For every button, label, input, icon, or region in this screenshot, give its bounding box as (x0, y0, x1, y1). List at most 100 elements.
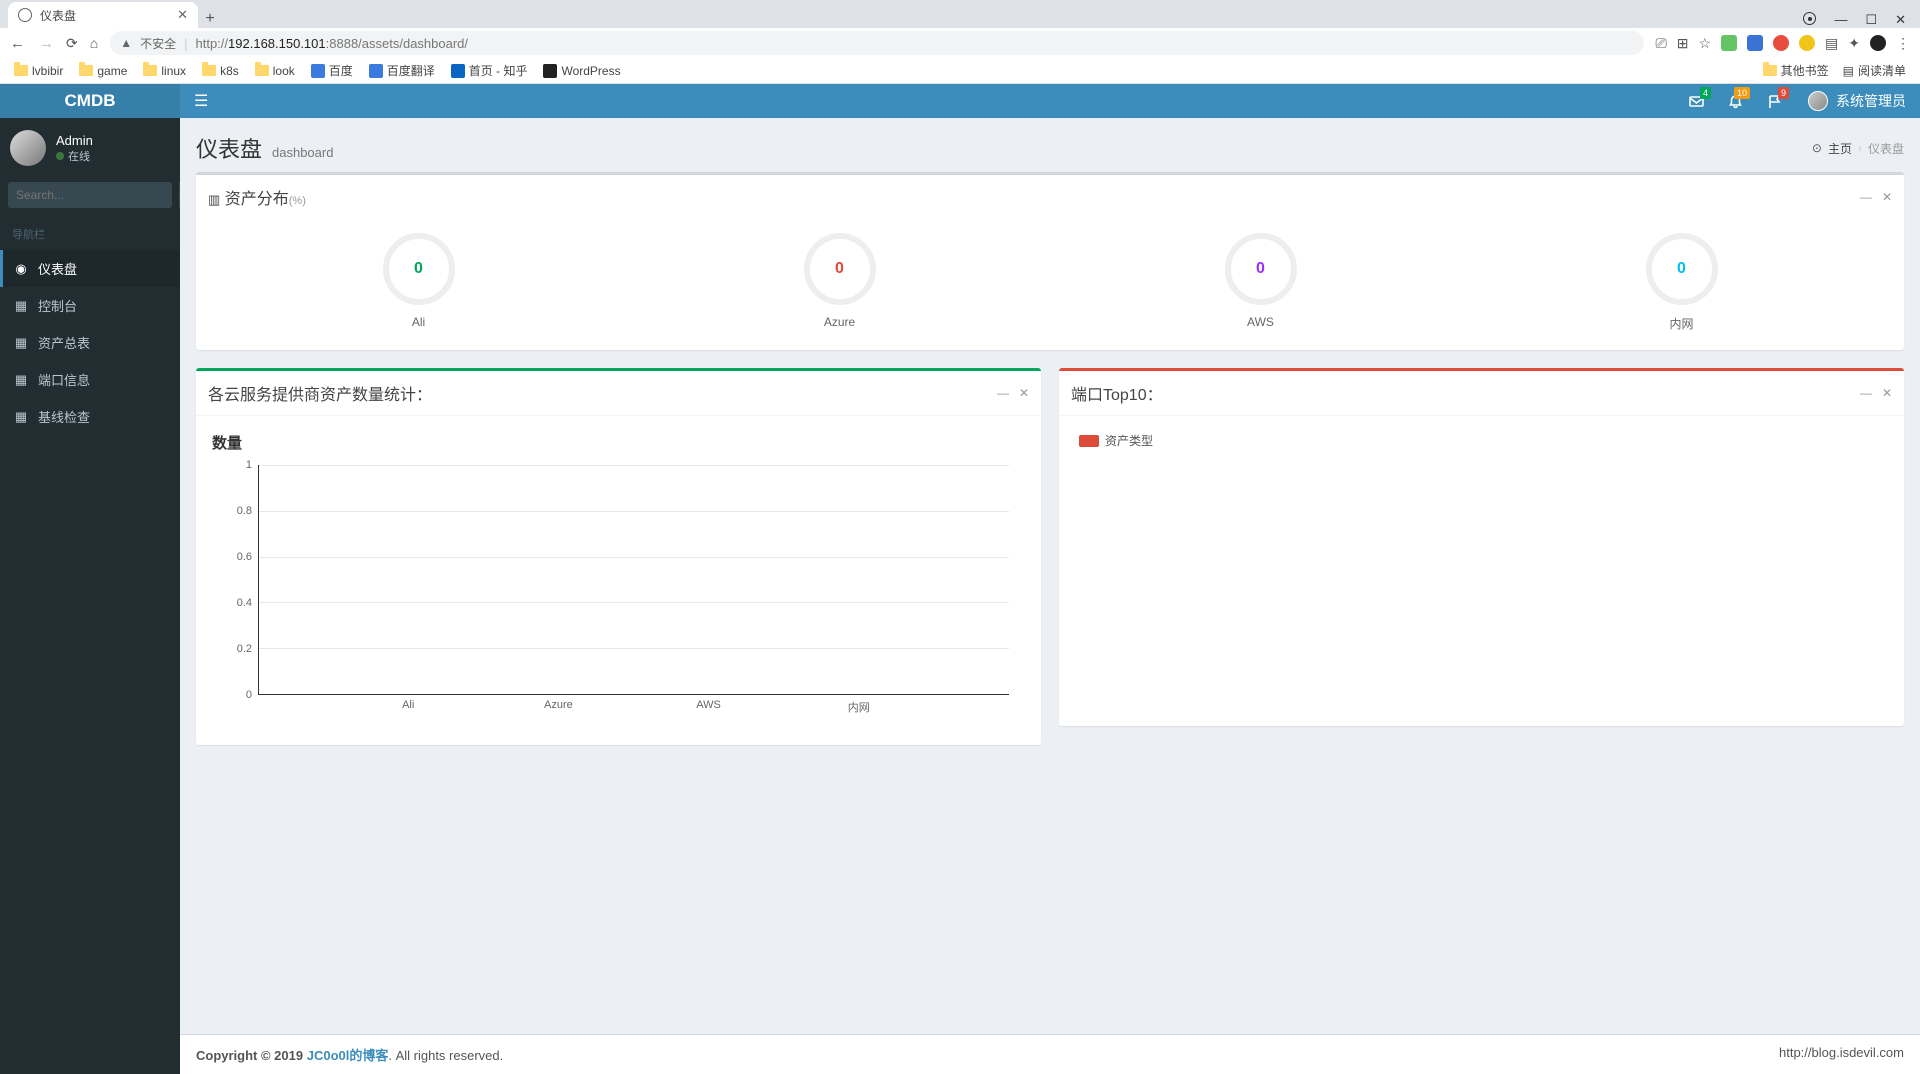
x-tick: 内网 (784, 699, 934, 715)
bookmark-link[interactable]: 百度翻译 (369, 62, 435, 79)
insecure-label: 不安全 (140, 35, 176, 52)
extensions-icon[interactable]: ✦ (1848, 35, 1860, 52)
nav-flag[interactable]: 9 (1755, 84, 1794, 118)
sidebar-search: 🔍 (8, 182, 172, 208)
extension-icon[interactable] (1747, 35, 1763, 51)
bookmark-folder[interactable]: look (255, 64, 295, 78)
content: 仪表盘 dashboard ⊙ 主页 › 仪表盘 ▥ 资产分布(%) — (180, 118, 1920, 1074)
forward-button[interactable]: → (39, 35, 54, 52)
bookmark-link[interactable]: WordPress (543, 64, 620, 78)
extension-abp-icon[interactable] (1773, 35, 1789, 51)
reading-list[interactable]: ▤阅读清单 (1843, 62, 1906, 79)
sidebar-item-label: 控制台 (38, 296, 77, 315)
app-logo[interactable]: CMDB (0, 84, 180, 118)
y-tick: 0.2 (237, 643, 252, 655)
qr-icon[interactable]: ⊞ (1677, 35, 1689, 52)
y-tick: 0.4 (237, 597, 252, 609)
avatar (10, 130, 46, 166)
close-window-icon[interactable]: ✕ (1895, 12, 1906, 28)
maximize-icon[interactable]: ☐ (1865, 12, 1877, 28)
dist-label: Azure (824, 315, 855, 329)
extension-icon[interactable] (1799, 35, 1815, 51)
nav-user[interactable]: 系统管理员 (1794, 91, 1920, 111)
browser-tab[interactable]: 仪表盘 ✕ (8, 2, 198, 28)
sidebar-item-端口信息[interactable]: ▦ 端口信息 (0, 361, 180, 398)
url-text: http://192.168.150.101:8888/assets/dashb… (196, 36, 469, 51)
collapse-button[interactable]: — (1860, 190, 1872, 204)
bookmark-star-icon[interactable]: ☆ (1698, 35, 1711, 52)
dist-item-AWS: 0AWS (1050, 229, 1471, 340)
bookmark-folder[interactable]: k8s (202, 64, 239, 78)
collapse-button[interactable]: — (1860, 386, 1872, 400)
search-input[interactable] (8, 182, 179, 208)
x-tick: Azure (483, 699, 633, 715)
content-header: 仪表盘 dashboard ⊙ 主页 › 仪表盘 (180, 118, 1920, 172)
sidebar-item-基线检查[interactable]: ▦基线检查 (0, 398, 180, 435)
dashboard-icon: ⊙ (1812, 141, 1822, 155)
table-icon: ▦ (14, 298, 28, 314)
online-dot-icon (56, 152, 64, 160)
url-field[interactable]: ▲ 不安全 | http://192.168.150.101:8888/asse… (110, 31, 1643, 55)
tab-bar: 仪表盘 ✕ + — ☐ ✕ (0, 0, 1920, 28)
sidebar-item-资产总表[interactable]: ▦资产总表 (0, 324, 180, 361)
remove-button[interactable]: ✕ (1882, 190, 1892, 204)
bell-badge: 10 (1734, 87, 1750, 99)
footer: Copyright © 2019 JC0o0l的博客. All rights r… (180, 1034, 1920, 1074)
bookmark-folder[interactable]: linux (143, 64, 186, 78)
reload-button[interactable]: ⟳ (66, 35, 78, 52)
sidebar-item-仪表盘[interactable]: ◉仪表盘 (0, 250, 180, 287)
sidebar-item-label: 端口信息 (38, 370, 90, 389)
sidebar-item-控制台[interactable]: ▦ 控制台 (0, 287, 180, 324)
footer-link[interactable]: JC0o0l的博客 (307, 1048, 389, 1063)
bookmark-folder[interactable]: game (79, 64, 127, 78)
flag-badge: 9 (1778, 87, 1789, 99)
chart-title: 数量 (208, 426, 1029, 465)
y-tick: 0.6 (237, 551, 252, 563)
breadcrumb-home[interactable]: 主页 (1828, 140, 1852, 157)
reader-icon[interactable]: ▤ (1825, 35, 1838, 52)
remove-button[interactable]: ✕ (1019, 386, 1029, 400)
folder-icon (79, 65, 93, 76)
close-tab-icon[interactable]: ✕ (177, 7, 188, 23)
folder-icon (14, 65, 28, 76)
bar-chart-icon: ▥ (208, 192, 220, 207)
panel-title: 各云服务提供商资产数量统计： (208, 381, 432, 405)
sidebar-item-label: 基线检查 (38, 407, 90, 426)
bar-chart: 00.20.40.60.81 AliAzureAWS内网 (208, 465, 1029, 735)
new-tab-button[interactable]: + (198, 10, 222, 28)
incognito-icon[interactable] (1803, 12, 1816, 25)
sidebar-user: Admin 在线 (0, 118, 180, 178)
navbar-right: 4 10 9 系统管理员 (1677, 84, 1920, 118)
remove-button[interactable]: ✕ (1882, 386, 1892, 400)
minimize-icon[interactable]: — (1834, 12, 1847, 28)
legend-swatch (1079, 435, 1099, 447)
bookmark-link[interactable]: 百度 (311, 62, 353, 79)
extension-icon[interactable] (1721, 35, 1737, 51)
chart-legend: 资产类型 (1071, 426, 1892, 455)
bookmark-other[interactable]: 其他书签 (1763, 62, 1829, 79)
collapse-button[interactable]: — (997, 386, 1009, 400)
bookmark-link[interactable]: 首页 - 知乎 (451, 62, 528, 79)
avatar (1808, 91, 1828, 111)
back-button[interactable]: ← (10, 35, 25, 52)
footer-right: http://blog.isdevil.com (1779, 1045, 1904, 1064)
menu-dots-icon[interactable]: ⋮ (1896, 35, 1910, 52)
home-button[interactable]: ⌂ (90, 35, 98, 51)
table-icon: ▦ (14, 372, 28, 388)
nav-bell[interactable]: 10 (1716, 84, 1755, 118)
bookmark-folder[interactable]: lvbibir (14, 64, 63, 78)
cast-icon[interactable]: ⎚ (1656, 35, 1667, 52)
panel-title: 端口Top10： (1071, 381, 1163, 405)
sidebar: Admin 在线 🔍 导航栏 ◉仪表盘▦控制台▦资产总表▦端口信息▦基线检查 (0, 118, 180, 1074)
nav-mail[interactable]: 4 (1677, 84, 1716, 118)
bookmark-bar: lvbibir game linux k8s look 百度百度翻译首页 - 知乎 Wor… (0, 58, 1920, 84)
site-icon (311, 64, 325, 78)
dist-label: AWS (1247, 315, 1274, 329)
folder-icon (202, 65, 216, 76)
page-title: 仪表盘 dashboard (196, 132, 333, 164)
sidebar-toggle[interactable]: ☰ (180, 91, 222, 111)
site-icon (369, 64, 383, 78)
y-tick: 0 (246, 689, 252, 701)
breadcrumb: ⊙ 主页 › 仪表盘 (1812, 140, 1904, 157)
profile-icon[interactable] (1870, 35, 1886, 51)
